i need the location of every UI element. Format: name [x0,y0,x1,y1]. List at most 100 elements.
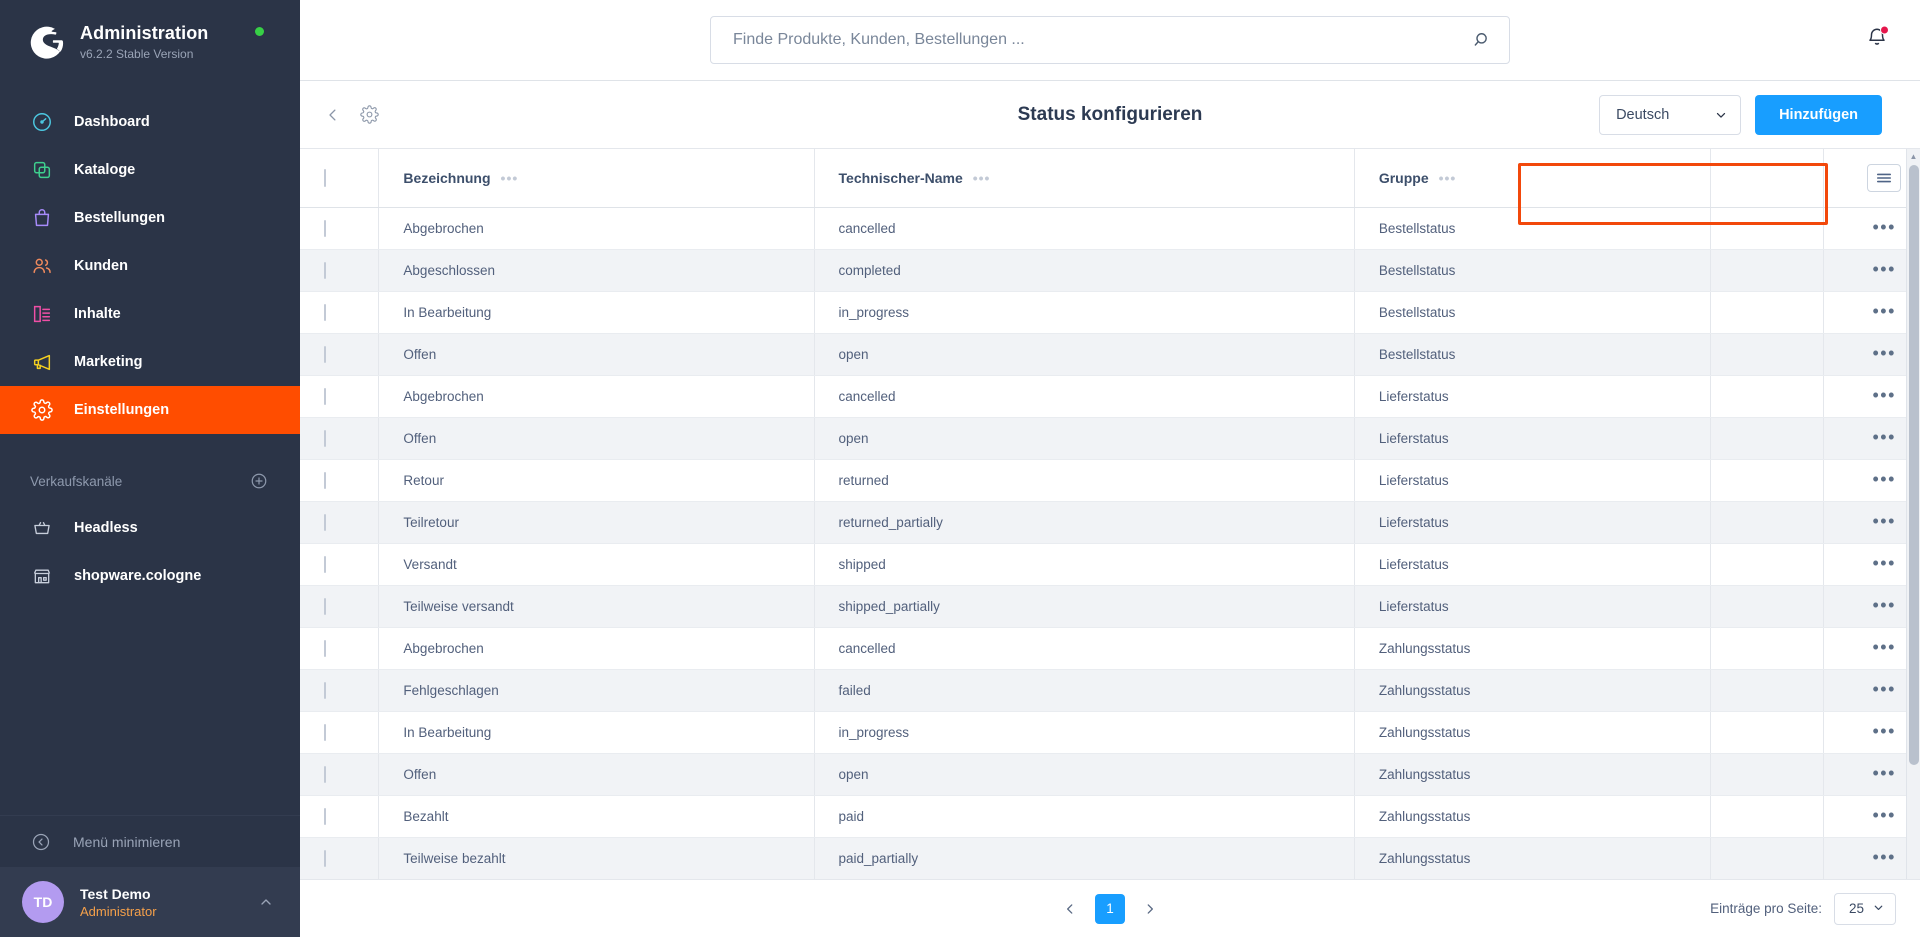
sidebar-item-label: Kunden [74,258,128,274]
row-context-menu-icon[interactable]: ••• [1872,805,1895,825]
cell-bezeichnung: Offen [378,753,815,796]
table-row[interactable]: Teilweise bezahlt paid_partially Zahlungss… [300,837,1920,879]
table-row[interactable]: Offen open Lieferstatus ••• [300,417,1920,460]
sidebar-item-einstellungen[interactable]: Einstellungen [0,386,300,434]
vertical-scrollbar[interactable]: ▲ [1906,149,1920,879]
row-context-menu-icon[interactable]: ••• [1872,343,1895,363]
sidebar-item-dashboard[interactable]: Dashboard [0,98,300,146]
cell-technischer-name: paid [814,795,1355,838]
pagination: 1 [1055,893,1165,924]
column-header-gruppe[interactable]: Gruppe ••• [1354,149,1712,208]
row-context-menu-icon[interactable]: ••• [1872,259,1895,279]
add-button[interactable]: Hinzufügen [1755,94,1882,135]
row-checkbox[interactable] [324,639,326,657]
table-row[interactable]: Abgebrochen cancelled Lieferstatus ••• [300,375,1920,418]
row-context-menu-icon[interactable]: ••• [1872,217,1895,237]
cell-bezeichnung: Abgebrochen [378,627,815,670]
search-icon[interactable] [1472,30,1492,50]
table-row[interactable]: In Bearbeitung in_progress Bestellstatus ••… [300,291,1920,334]
row-context-menu-icon[interactable]: ••• [1872,511,1895,531]
row-checkbox[interactable] [324,471,326,489]
orders-bag-icon [30,206,54,230]
column-menu-icon[interactable]: ••• [973,171,991,185]
cell-blank [1710,585,1825,628]
row-checkbox[interactable] [324,597,326,615]
table-row[interactable]: Offen open Bestellstatus ••• [300,333,1920,376]
row-checkbox[interactable] [324,849,326,867]
pagination-prev-button[interactable] [1055,894,1085,924]
row-context-menu-icon[interactable]: ••• [1872,637,1895,657]
table-row[interactable]: In Bearbeitung in_progress Zahlungsstatus •… [300,711,1920,754]
sidebar-item-inhalte[interactable]: Inhalte [0,290,300,338]
table-row[interactable]: Teilweise versandt shipped_partially Liefe… [300,585,1920,628]
column-menu-icon[interactable]: ••• [501,171,519,185]
per-page-control: Einträge pro Seite: 25 [1710,892,1896,925]
sidebar-item-kunden[interactable]: Kunden [0,242,300,290]
cell-technischer-name: cancelled [814,627,1355,670]
row-context-menu-icon[interactable]: ••• [1872,679,1895,699]
row-checkbox[interactable] [324,681,326,699]
chevron-up-icon[interactable] [258,894,274,910]
per-page-select[interactable]: 25 [1833,892,1896,925]
table-settings-icon[interactable] [1867,163,1902,192]
basket-icon [30,516,54,540]
plus-circle-icon[interactable] [250,472,268,490]
row-checkbox[interactable] [324,261,326,279]
pagination-page-1[interactable]: 1 [1095,893,1125,924]
search-input[interactable] [710,16,1510,64]
row-checkbox[interactable] [324,765,326,783]
table-row[interactable]: Versandt shipped Lieferstatus ••• [300,543,1920,586]
table-row[interactable]: Retour returned Lieferstatus ••• [300,459,1920,502]
table-row[interactable]: Fehlgeschlagen failed Zahlungsstatus ••• [300,669,1920,712]
row-checkbox[interactable] [324,513,326,531]
row-checkbox[interactable] [324,345,326,363]
scrollbar-thumb[interactable] [1909,165,1919,765]
table-row[interactable]: Offen open Zahlungsstatus ••• [300,753,1920,796]
per-page-label: Einträge pro Seite: [1710,901,1822,916]
sidebar-user-menu[interactable]: TD Test Demo Administrator [0,867,300,937]
chevron-left-icon[interactable] [324,106,342,124]
row-checkbox[interactable] [324,303,326,321]
cell-gruppe: Lieferstatus [1354,585,1712,628]
table-header-row: Bezeichnung ••• Technischer-Name ••• Gru… [300,149,1920,208]
column-menu-icon[interactable]: ••• [1439,171,1457,185]
gear-icon[interactable] [360,105,379,124]
row-context-menu-icon[interactable]: ••• [1872,385,1895,405]
table-row[interactable]: Abgeschlossen completed Bestellstatus ••• [300,249,1920,292]
sidebar-item-marketing[interactable]: Marketing [0,338,300,386]
sidebar-minimize-button[interactable]: Menü minimieren [0,815,300,867]
language-select[interactable]: Deutsch [1599,94,1742,135]
row-context-menu-icon[interactable]: ••• [1872,721,1895,741]
row-checkbox[interactable] [324,429,326,447]
table-row[interactable]: Abgebrochen cancelled Bestellstatus ••• [300,207,1920,250]
row-checkbox[interactable] [324,723,326,741]
scroll-up-arrow[interactable]: ▲ [1907,149,1920,163]
column-header-bezeichnung[interactable]: Bezeichnung ••• [378,149,815,208]
row-context-menu-icon[interactable]: ••• [1872,301,1895,321]
row-context-menu-icon[interactable]: ••• [1872,847,1895,867]
sidebar-item-bestellungen[interactable]: Bestellungen [0,194,300,242]
row-context-menu-icon[interactable]: ••• [1872,469,1895,489]
row-context-menu-icon[interactable]: ••• [1872,553,1895,573]
select-all-checkbox[interactable] [324,168,326,187]
notifications-button[interactable] [1866,25,1889,54]
sidebar-brand[interactable]: Administration v6.2.2 Stable Version [0,0,300,84]
cell-gruppe: Lieferstatus [1354,375,1712,418]
sidebar-item-kataloge[interactable]: Kataloge [0,146,300,194]
row-checkbox[interactable] [324,219,326,237]
cell-blank [1710,207,1825,250]
table-row[interactable]: Bezahlt paid Zahlungsstatus ••• [300,795,1920,838]
row-checkbox[interactable] [324,807,326,825]
row-checkbox[interactable] [324,387,326,405]
sidebar-channel-shopware-cologne[interactable]: shopware.cologne [0,552,300,600]
pagination-next-button[interactable] [1135,894,1165,924]
table-row[interactable]: Teilretour returned_partially Lieferstatus… [300,501,1920,544]
table-row[interactable]: Abgebrochen cancelled Zahlungsstatus ••• [300,627,1920,670]
row-context-menu-icon[interactable]: ••• [1872,427,1895,447]
row-checkbox[interactable] [324,555,326,573]
sidebar-channel-headless[interactable]: Headless [0,504,300,552]
row-context-menu-icon[interactable]: ••• [1872,763,1895,783]
column-header-technischer-name[interactable]: Technischer-Name ••• [814,149,1355,208]
row-context-menu-icon[interactable]: ••• [1872,595,1895,615]
